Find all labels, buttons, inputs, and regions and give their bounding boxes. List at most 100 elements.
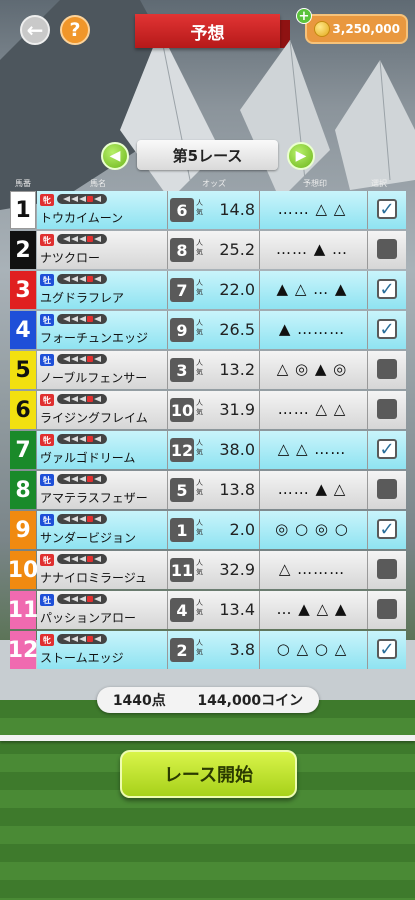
select-checkbox[interactable]: ✓ bbox=[377, 519, 397, 540]
form-dot-icon bbox=[87, 596, 93, 602]
divider bbox=[167, 511, 168, 549]
select-checkbox[interactable]: ✓ bbox=[377, 639, 397, 660]
popularity-rank: 12 bbox=[170, 438, 194, 462]
coin-balance-value: 3,250,000 bbox=[332, 22, 400, 36]
form-marks bbox=[57, 234, 107, 244]
form-arrow-icon bbox=[63, 396, 70, 402]
horse-row-body: 牝 ナナイロミラージュ 11 人気 32.9 △ ……… bbox=[37, 551, 406, 589]
form-arrow-icon bbox=[79, 236, 86, 242]
form-arrow-icon bbox=[94, 356, 101, 362]
horse-row[interactable]: 2 牝 ナツクロー 8 人気 25.2 …… ▲ … bbox=[10, 231, 406, 271]
horse-row[interactable]: 5 牡 ノーブルフェンサー 3 人気 13.2 △ ◎ ▲ ◎ bbox=[10, 351, 406, 391]
popularity-rank: 8 bbox=[170, 238, 194, 262]
divider bbox=[259, 391, 260, 429]
horse-row[interactable]: 6 牝 ライジングフレイム 10 人気 31.9 …… △ △ bbox=[10, 391, 406, 431]
form-arrow-icon bbox=[63, 196, 70, 202]
sex-badge: 牡 bbox=[40, 474, 54, 486]
select-checkbox[interactable] bbox=[377, 479, 397, 499]
popularity-rank: 11 bbox=[170, 558, 194, 582]
prediction-marks: △ ◎ ▲ ◎ bbox=[276, 360, 348, 378]
form-arrow-icon bbox=[94, 476, 101, 482]
horse-row[interactable]: 7 牝 ヴァルゴドリーム 12 人気 38.0 △ △ …… ✓ bbox=[10, 431, 406, 471]
form-arrow-icon bbox=[79, 196, 86, 202]
form-dot-icon bbox=[87, 516, 93, 522]
total-points: 1440点 bbox=[112, 693, 166, 709]
horse-row[interactable]: 4 牡 フォーチュンエッジ 9 人気 26.5 ▲ ……… ✓ bbox=[10, 311, 406, 351]
form-dot-icon bbox=[87, 476, 93, 482]
odds-value: 32.9 bbox=[219, 560, 255, 579]
horse-row[interactable]: 10 牝 ナナイロミラージュ 11 人気 32.9 △ ……… bbox=[8, 551, 406, 591]
popularity-rank: 5 bbox=[170, 478, 194, 502]
sex-badge: 牡 bbox=[40, 514, 54, 526]
form-arrow-icon bbox=[79, 316, 86, 322]
gate-number: 9 bbox=[10, 511, 36, 549]
back-arrow-icon: ← bbox=[26, 18, 44, 42]
select-checkbox[interactable] bbox=[377, 239, 397, 259]
horse-row-body: 牝 ライジングフレイム 10 人気 31.9 …… △ △ bbox=[37, 391, 406, 429]
form-marks bbox=[57, 194, 107, 204]
form-arrow-icon bbox=[71, 436, 78, 442]
add-coins-button[interactable]: + bbox=[296, 8, 312, 24]
popularity-rank: 10 bbox=[170, 398, 194, 422]
chevron-left-icon: ◀ bbox=[109, 148, 121, 164]
prediction-marks: …… ▲ … bbox=[275, 240, 349, 258]
divider bbox=[259, 311, 260, 349]
form-arrow-icon bbox=[94, 436, 101, 442]
sex-badge: 牝 bbox=[40, 634, 54, 646]
bet-totals: 1440点 144,000コイン bbox=[97, 687, 319, 713]
form-arrow-icon bbox=[79, 476, 86, 482]
divider bbox=[367, 511, 368, 549]
horse-row[interactable]: 9 牡 サンダービジョン 1 人気 2.0 ◎ ○ ◎ ○ ✓ bbox=[10, 511, 406, 551]
select-checkbox[interactable]: ✓ bbox=[377, 319, 397, 340]
race-title: 第5レース bbox=[137, 140, 278, 170]
prediction-marks: ▲ ……… bbox=[278, 320, 346, 338]
form-arrow-icon bbox=[94, 596, 101, 602]
form-arrow-icon bbox=[94, 516, 101, 522]
sex-badge: 牝 bbox=[40, 234, 54, 246]
divider bbox=[259, 351, 260, 389]
select-checkbox[interactable] bbox=[377, 399, 397, 419]
form-arrow-icon bbox=[94, 196, 101, 202]
form-arrow-icon bbox=[79, 396, 86, 402]
form-arrow-icon bbox=[94, 396, 101, 402]
form-arrow-icon bbox=[63, 476, 70, 482]
prediction-marks: ○ △ ○ △ bbox=[276, 640, 348, 658]
prediction-marks: … ▲ △ ▲ bbox=[276, 600, 348, 618]
divider bbox=[167, 231, 168, 269]
horse-row[interactable]: 12 牝 ストームエッジ 2 人気 3.8 ○ △ ○ △ ✓ bbox=[8, 631, 406, 671]
gate-number: 11 bbox=[8, 591, 38, 629]
help-button[interactable]: ? bbox=[60, 15, 90, 45]
horse-row[interactable]: 8 牡 アマテラスフェザー 5 人気 13.8 …… ▲ △ bbox=[10, 471, 406, 511]
horse-row-body: 牡 フォーチュンエッジ 9 人気 26.5 ▲ ……… ✓ bbox=[37, 311, 406, 349]
prev-race-button[interactable]: ◀ bbox=[101, 142, 129, 170]
select-checkbox[interactable] bbox=[377, 359, 397, 379]
divider bbox=[259, 591, 260, 629]
divider bbox=[367, 351, 368, 389]
horse-table: 1 牝 トウカイムーン 6 人気 14.8 …… △ △ ✓ 2 牝 ナツクロー… bbox=[8, 191, 406, 671]
form-arrow-icon bbox=[79, 436, 86, 442]
horse-row[interactable]: 3 牡 ユグドラフレア 7 人気 22.0 ▲ △ … ▲ ✓ bbox=[10, 271, 406, 311]
select-checkbox[interactable]: ✓ bbox=[377, 439, 397, 460]
select-checkbox[interactable]: ✓ bbox=[377, 199, 397, 220]
select-checkbox[interactable] bbox=[377, 599, 397, 619]
popularity-rank: 4 bbox=[170, 598, 194, 622]
form-marks bbox=[57, 354, 107, 364]
select-checkbox[interactable] bbox=[377, 559, 397, 579]
form-arrow-icon bbox=[63, 596, 70, 602]
divider bbox=[167, 191, 168, 229]
form-dot-icon bbox=[87, 436, 93, 442]
form-arrow-icon bbox=[71, 276, 78, 282]
divider bbox=[167, 551, 168, 589]
back-button[interactable]: ← bbox=[20, 15, 50, 45]
form-arrow-icon bbox=[63, 316, 70, 322]
select-checkbox[interactable]: ✓ bbox=[377, 279, 397, 300]
gate-number: 5 bbox=[10, 351, 36, 389]
gate-number: 3 bbox=[10, 271, 36, 309]
horse-row[interactable]: 1 牝 トウカイムーン 6 人気 14.8 …… △ △ ✓ bbox=[10, 191, 406, 231]
total-coins: 144,000コイン bbox=[197, 693, 304, 709]
prediction-marks: …… △ △ bbox=[277, 400, 347, 418]
next-race-button[interactable]: ▶ bbox=[287, 142, 315, 170]
start-race-button[interactable]: レース開始 bbox=[120, 750, 297, 798]
form-arrow-icon bbox=[63, 556, 70, 562]
horse-row[interactable]: 11 牡 パッションアロー 4 人気 13.4 … ▲ △ ▲ bbox=[8, 591, 406, 631]
